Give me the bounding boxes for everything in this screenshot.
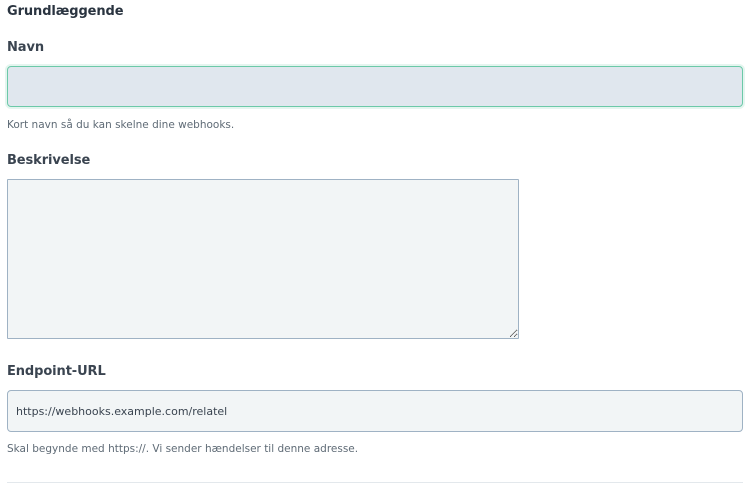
endpoint-url-label: Endpoint-URL [7,364,106,379]
description-textarea[interactable] [7,179,519,339]
description-label: Beskrivelse [7,153,91,168]
section-divider [7,482,743,483]
name-label: Navn [7,40,44,55]
name-help-text: Kort navn så du kan skelne dine webhooks… [7,119,235,131]
webhook-form: Grundlæggende Navn Kort navn så du kan s… [0,0,749,494]
name-input[interactable] [7,66,743,107]
section-title: Grundlæggende [7,4,124,19]
endpoint-url-input[interactable] [7,390,743,432]
endpoint-url-help-text: Skal begynde med https://. Vi sender hæn… [7,443,359,455]
